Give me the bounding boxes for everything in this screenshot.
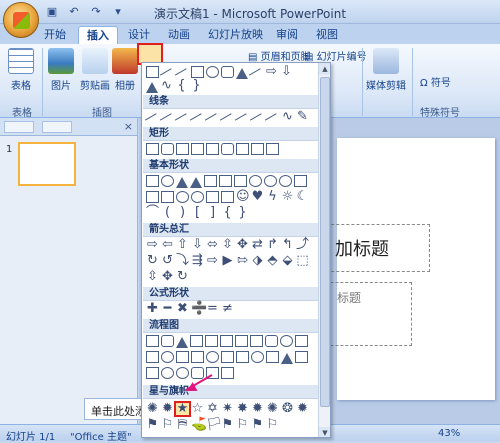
- stars-row-1: ✺ ✹ ★ ☆ ✡ ✷ ✸ ✹ ✺ ❂ ✹: [146, 401, 309, 417]
- picture-button[interactable]: 图片: [48, 48, 74, 92]
- picture-icon: [48, 48, 74, 74]
- star-6-icon[interactable]: ✡: [206, 402, 219, 415]
- table-label: 表格: [11, 81, 31, 92]
- section-equation-shapes: 公式形状: [143, 287, 318, 301]
- slide-thumbnail[interactable]: [18, 142, 76, 186]
- table-button[interactable]: 表格: [8, 48, 34, 92]
- oval-shape[interactable]: [206, 66, 219, 78]
- group-symbol-label: 特殊符号: [420, 108, 460, 119]
- album-icon: [112, 48, 138, 74]
- explosion-2-icon[interactable]: ✹: [161, 402, 174, 415]
- section-stars-banners: 星与旗帜: [143, 385, 318, 399]
- section-rectangles: 矩形: [143, 127, 318, 141]
- clipart-button[interactable]: 剪贴画: [80, 48, 110, 92]
- symbol-button[interactable]: Ω 符号: [420, 74, 451, 89]
- scroll-up-icon[interactable]: ▲: [319, 63, 330, 75]
- tab-view[interactable]: 视图: [308, 26, 346, 44]
- title-bar: ▣ ↶ ↷ ▾ 演示文稿1 - Microsoft PowerPoint: [0, 0, 500, 38]
- curve-shape[interactable]: ∿: [160, 79, 173, 92]
- arrows-row-1: ⇨ ⇦ ⇧ ⇩ ⬄ ⇳ ✥ ⇄ ↱ ↰ ⤴: [147, 237, 310, 252]
- lines-row: ∿ ✎: [144, 110, 309, 127]
- office-button[interactable]: [3, 2, 39, 38]
- media-label: 媒体剪辑: [366, 81, 406, 92]
- stars-row-2: ⚑ ⚐ ⛿ ⛳ 🏳 ⚑ ⚐ ⚑ ⚐: [146, 417, 279, 432]
- shapes-dropdown: ⇨ ⇩ ∿ { } 线条 ∿ ✎ 矩形 基本形状 ☺ ♥ ϟ ☼ ☾ ⌒()[]{} 箭头…: [141, 62, 331, 438]
- office-logo-icon: [13, 12, 30, 29]
- brace-shape[interactable]: {: [175, 79, 188, 92]
- scroll-thumb[interactable]: [320, 77, 330, 407]
- elbow-connector-shape[interactable]: [248, 68, 265, 82]
- triangle-shape[interactable]: [236, 63, 248, 79]
- star-12-icon[interactable]: ✺: [266, 402, 279, 415]
- tab-review[interactable]: 审阅: [268, 26, 306, 44]
- rectangle-shape[interactable]: [191, 66, 204, 78]
- album-label: 相册: [115, 81, 135, 92]
- star-7-icon[interactable]: ✷: [221, 402, 234, 415]
- tab-slideshow[interactable]: 幻灯片放映: [200, 26, 271, 44]
- panel-tabs: [0, 118, 137, 136]
- zoom-value[interactable]: 43%: [438, 428, 460, 439]
- star-5-icon[interactable]: ☆: [191, 402, 204, 415]
- equation-row: ✚ ━ ✖ ➗ = ≠: [147, 301, 233, 316]
- tab-home[interactable]: 开始: [36, 26, 74, 44]
- arrows-row-2: ↻ ↺ ⤵ ⇶ ⇨ ▶ ⇰ ⬗ ⬘ ⬙ ⬚: [147, 253, 309, 268]
- basic-shapes-row-2: ☺ ♥ ϟ ☼ ☾: [146, 190, 309, 203]
- media-button[interactable]: 媒体剪辑: [366, 48, 406, 92]
- tab-insert[interactable]: 插入: [78, 26, 118, 44]
- triangle-shape[interactable]: [146, 76, 158, 93]
- clipart-label: 剪贴画: [80, 81, 110, 92]
- basic-shapes-row-1: [146, 175, 307, 188]
- slide-number: 1: [6, 144, 13, 155]
- flowchart-row-3: [146, 367, 234, 379]
- group-table-label: 表格: [12, 108, 32, 119]
- rectangles-row: [146, 143, 279, 155]
- section-block-arrows: 箭头总汇: [143, 223, 318, 237]
- dropdown-scrollbar[interactable]: ▲ ▼: [318, 63, 330, 437]
- star-10-icon[interactable]: ✹: [251, 402, 264, 415]
- arrow-down-shape[interactable]: ⇩: [280, 65, 293, 78]
- arrow-right-shape[interactable]: ⇨: [265, 65, 278, 78]
- star-24-icon[interactable]: ✹: [296, 402, 309, 415]
- star-16-icon[interactable]: ❂: [281, 402, 294, 415]
- star-8-icon[interactable]: ✸: [236, 402, 249, 415]
- ribbon-tabs: 开始 插入 设计 动画 幻灯片放映 审阅 视图: [0, 24, 500, 44]
- slides-tab[interactable]: [4, 121, 34, 133]
- header-footer-button[interactable]: ▤ 页眉和页脚: [248, 48, 311, 63]
- rounded-rectangle-shape[interactable]: [221, 66, 234, 78]
- media-icon: [373, 48, 399, 74]
- slide-number-button[interactable]: ▤ 幻灯片编号: [304, 48, 367, 63]
- group-illustration-label: 插图: [92, 108, 112, 119]
- flowchart-row-2: [146, 351, 308, 364]
- explosion-1-icon[interactable]: ✺: [146, 402, 159, 415]
- tab-animation[interactable]: 动画: [160, 26, 198, 44]
- tab-design[interactable]: 设计: [120, 26, 158, 44]
- arrows-row-3: ⇳ ✥ ↻: [147, 269, 188, 284]
- slides-panel: × 1: [0, 118, 138, 424]
- basic-shapes-row-3: ⌒()[]{}: [146, 205, 247, 220]
- outline-tab[interactable]: [42, 121, 72, 133]
- star-5-point-icon[interactable]: ★: [174, 401, 191, 417]
- section-basic-shapes: 基本形状: [143, 159, 318, 173]
- section-flowchart: 流程图: [143, 319, 318, 333]
- recent-shapes-row-2: ∿ { }: [146, 79, 203, 93]
- clipart-icon: [82, 48, 108, 74]
- section-lines: 线条: [143, 95, 318, 109]
- scroll-down-icon[interactable]: ▼: [319, 427, 330, 437]
- album-button[interactable]: 相册: [112, 48, 138, 92]
- table-icon: [8, 48, 34, 74]
- picture-label: 图片: [51, 81, 71, 92]
- brace-shape[interactable]: }: [190, 79, 203, 92]
- window-title: 演示文稿1 - Microsoft PowerPoint: [153, 7, 347, 21]
- close-icon[interactable]: ×: [124, 120, 133, 133]
